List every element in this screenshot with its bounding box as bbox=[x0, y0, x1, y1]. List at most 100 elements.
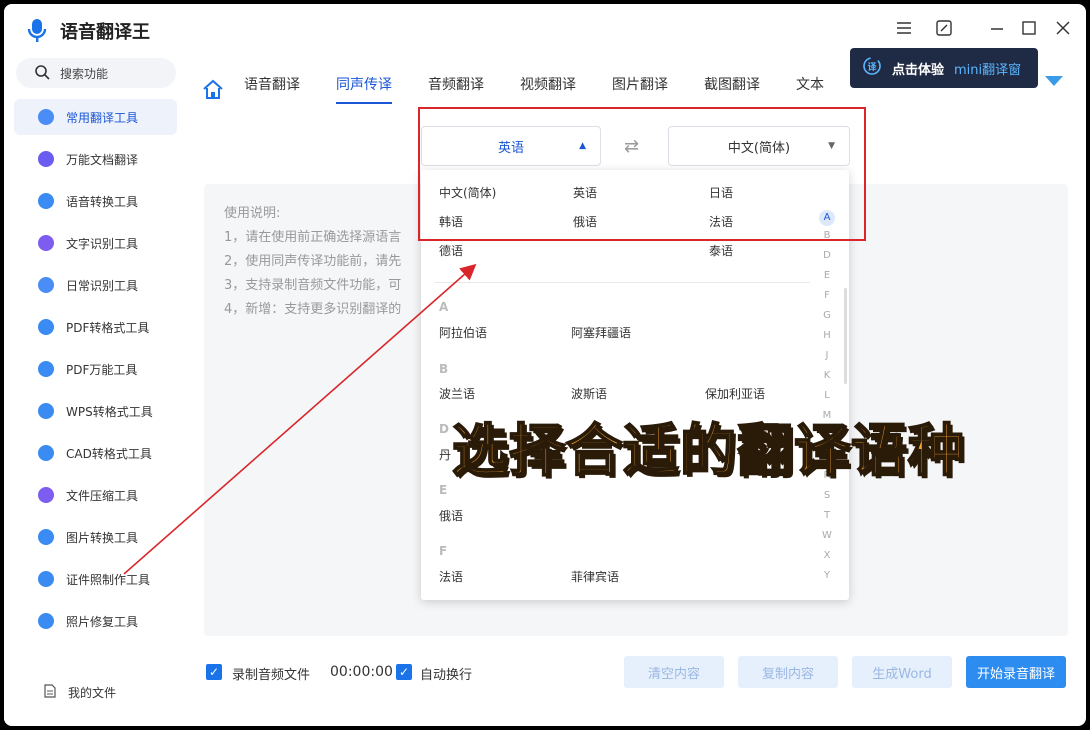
alphabet-letter[interactable]: W bbox=[821, 530, 833, 541]
language-option[interactable]: 德语 bbox=[439, 242, 463, 259]
mini-window-tooltip[interactable]: 译 点击体验 mini翻译窗 bbox=[850, 48, 1038, 88]
close-icon[interactable] bbox=[1056, 20, 1070, 39]
autowrap-checkbox[interactable]: ✓ bbox=[396, 664, 412, 680]
person-icon bbox=[38, 571, 54, 587]
overlay-caption: 选择合适的翻译语种 bbox=[451, 418, 965, 485]
sidebar-item[interactable]: PDF转格式工具 bbox=[14, 309, 177, 345]
minimize-icon[interactable] bbox=[990, 20, 1004, 39]
sidebar-item[interactable]: 日常识别工具 bbox=[14, 267, 177, 303]
alphabet-letter[interactable]: E bbox=[821, 270, 833, 281]
alphabet-letter[interactable]: G bbox=[821, 310, 833, 321]
sidebar-item-label: 语音转换工具 bbox=[66, 194, 139, 209]
language-option[interactable]: 菲律宾语 bbox=[571, 568, 619, 585]
sidebar-item[interactable]: 证件照制作工具 bbox=[14, 561, 177, 597]
expand-caret-icon[interactable] bbox=[1045, 76, 1063, 86]
app-window: 语音翻译王 搜索功能 常用翻译工具 万能文档翻译 语音转换工具 文字识别工具日常识别工… bbox=[4, 4, 1086, 726]
alphabet-letter[interactable]: D bbox=[821, 250, 833, 261]
search-box[interactable]: 搜索功能 bbox=[16, 58, 176, 88]
pen-icon bbox=[38, 445, 54, 461]
search-placeholder: 搜索功能 bbox=[60, 66, 109, 81]
sidebar-item[interactable]: CAD转格式工具 bbox=[14, 435, 177, 471]
svg-text:译: 译 bbox=[867, 61, 877, 73]
language-option[interactable]: 波斯语 bbox=[571, 385, 607, 402]
tab-audio-translate[interactable]: 音频翻译 bbox=[428, 70, 484, 110]
sidebar-item[interactable]: WPS转格式工具 bbox=[14, 393, 177, 429]
my-files-label: 我的文件 bbox=[68, 686, 117, 700]
tab-simultaneous[interactable]: 同声传译 bbox=[336, 70, 392, 110]
sidebar-item-label: 文字识别工具 bbox=[66, 236, 139, 251]
tooltip-highlight: mini翻译窗 bbox=[954, 62, 1022, 78]
home-icon[interactable] bbox=[202, 79, 224, 101]
pdf-icon bbox=[38, 319, 54, 335]
sidebar-item[interactable]: PDF万能工具 bbox=[14, 351, 177, 387]
instructions-title: 使用说明: bbox=[224, 206, 281, 221]
sidebar-item-label: 常用翻译工具 bbox=[66, 110, 139, 125]
language-option[interactable]: 俄语 bbox=[439, 507, 463, 524]
sidebar-item-label: WPS转格式工具 bbox=[66, 404, 153, 419]
alphabet-letter[interactable]: F bbox=[821, 290, 833, 301]
language-option[interactable]: 泰语 bbox=[709, 242, 733, 259]
instruction-line: 4，新增：支持更多识别翻译的 bbox=[224, 302, 402, 317]
sidebar-item[interactable]: 常用翻译工具 bbox=[14, 99, 177, 135]
sidebar-nav: 常用翻译工具 万能文档翻译 语音转换工具 文字识别工具日常识别工具 PDF转格式工具 PD… bbox=[14, 99, 177, 645]
sidebar-item[interactable]: 照片修复工具 bbox=[14, 603, 177, 639]
language-option[interactable]: 法语 bbox=[439, 568, 463, 585]
music-icon bbox=[38, 193, 54, 209]
a-icon bbox=[38, 109, 54, 125]
tab-screenshot-translate[interactable]: 截图翻译 bbox=[704, 70, 760, 110]
group-letter: E bbox=[439, 483, 448, 497]
generate-word-button[interactable]: 生成Word bbox=[852, 656, 952, 688]
language-option[interactable]: 保加利亚语 bbox=[705, 385, 765, 402]
language-option[interactable]: 丹 bbox=[439, 446, 451, 463]
alphabet-letter[interactable]: H bbox=[821, 330, 833, 341]
circle-icon bbox=[38, 613, 54, 629]
brand: 语音翻译王 bbox=[24, 18, 150, 44]
clear-button[interactable]: 清空内容 bbox=[624, 656, 724, 688]
alphabet-letter[interactable]: J bbox=[821, 350, 833, 361]
alphabet-letter[interactable]: X bbox=[821, 550, 833, 561]
record-checkbox[interactable]: ✓ bbox=[206, 664, 222, 680]
language-option[interactable]: 波兰语 bbox=[439, 385, 475, 402]
copy-button[interactable]: 复制内容 bbox=[738, 656, 838, 688]
text-icon bbox=[38, 235, 54, 251]
my-files-link[interactable]: 我的文件 bbox=[44, 684, 116, 701]
sidebar: 语音翻译王 搜索功能 常用翻译工具 万能文档翻译 语音转换工具 文字识别工具日常识别工… bbox=[4, 4, 194, 726]
tab-text-translate[interactable]: 文本 bbox=[796, 70, 824, 110]
wps-icon bbox=[38, 403, 54, 419]
sidebar-item[interactable]: 文件压缩工具 bbox=[14, 477, 177, 513]
sidebar-item[interactable]: 文字识别工具 bbox=[14, 225, 177, 261]
maximize-icon[interactable] bbox=[1022, 20, 1036, 39]
menu-icon[interactable] bbox=[896, 20, 912, 39]
timer: 00:00:00 bbox=[330, 664, 393, 680]
divider bbox=[435, 282, 810, 283]
sidebar-item-label: 图片转换工具 bbox=[66, 530, 139, 545]
tab-video-translate[interactable]: 视频翻译 bbox=[520, 70, 576, 110]
autowrap-label: 自动换行 bbox=[420, 668, 473, 683]
alphabet-letter[interactable]: L bbox=[821, 390, 833, 401]
alphabet-letter[interactable]: T bbox=[821, 510, 833, 521]
start-recording-button[interactable]: 开始录音翻译 bbox=[966, 656, 1066, 688]
sidebar-item-label: 照片修复工具 bbox=[66, 614, 139, 629]
sidebar-item[interactable]: 语音转换工具 bbox=[14, 183, 177, 219]
sidebar-item[interactable]: 图片转换工具 bbox=[14, 519, 177, 555]
image-icon bbox=[38, 529, 54, 545]
language-option[interactable]: 阿塞拜疆语 bbox=[571, 324, 631, 341]
record-label: 录制音频文件 bbox=[232, 668, 311, 683]
search-icon bbox=[34, 64, 50, 83]
tab-voice-translate[interactable]: 语音翻译 bbox=[244, 70, 300, 110]
scrollbar[interactable] bbox=[844, 288, 847, 384]
alphabet-letter[interactable]: Y bbox=[821, 570, 833, 581]
tab-image-translate[interactable]: 图片翻译 bbox=[612, 70, 668, 110]
microphone-logo-icon bbox=[24, 18, 50, 44]
bottom-bar: ✓ 录制音频文件 00:00:00 ✓ 自动换行 清空内容 复制内容 生成Wor… bbox=[204, 654, 1074, 690]
group-letter: D bbox=[439, 422, 449, 436]
instructions: 使用说明: 1，请在使用前正确选择源语言 2，使用同声传译功能前，请先 3，支持… bbox=[224, 202, 401, 322]
language-option[interactable]: 阿拉伯语 bbox=[439, 324, 487, 341]
sidebar-item-label: 万能文档翻译 bbox=[66, 152, 139, 167]
tab-bar: 语音翻译 同声传译 音频翻译 视频翻译 图片翻译 截图翻译 文本 bbox=[202, 70, 860, 110]
app-title: 语音翻译王 bbox=[60, 22, 150, 43]
alphabet-letter[interactable]: K bbox=[821, 370, 833, 381]
alphabet-letter[interactable]: S bbox=[821, 490, 833, 501]
mini-window-icon[interactable] bbox=[936, 20, 952, 40]
sidebar-item[interactable]: 万能文档翻译 bbox=[14, 141, 177, 177]
